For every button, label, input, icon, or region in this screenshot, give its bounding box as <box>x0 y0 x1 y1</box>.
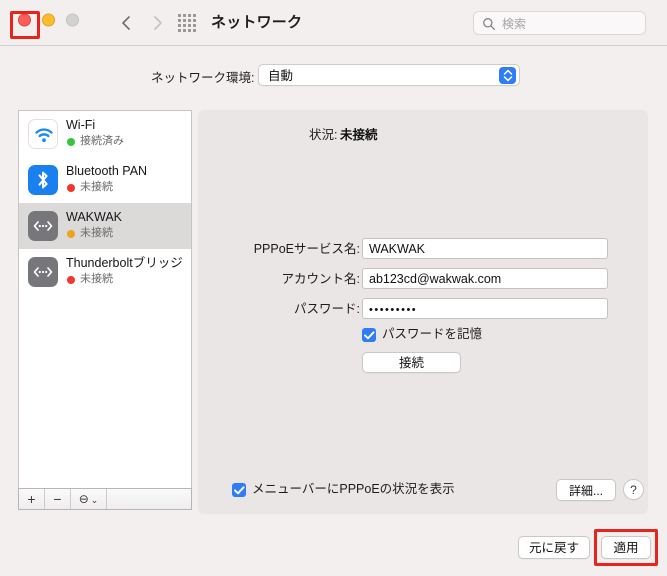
search-placeholder: 検索 <box>502 17 527 31</box>
network-location-row: ネットワーク環境: 自動 <box>0 62 667 94</box>
field-label: パスワード: <box>294 302 360 316</box>
remove-service-button[interactable]: − <box>45 489 71 509</box>
status-indicator <box>67 276 75 284</box>
minimize-button[interactable] <box>42 13 55 27</box>
service-detail-panel: 状況: 未接続 PPPoEサービス名: WAKWAK アカウント名: ab123… <box>198 110 648 514</box>
action-menu-button[interactable]: ⊖ ⌄ <box>71 489 107 509</box>
show-status-menubar-checkbox[interactable] <box>232 483 246 497</box>
remember-password-label: パスワードを記憶 <box>382 327 483 341</box>
list-item-label: WAKWAK <box>66 210 123 224</box>
connect-button-label: 接続 <box>398 356 424 370</box>
apply-button-label: 適用 <box>613 541 639 555</box>
field-value: ab123cd@wakwak.com <box>369 272 502 286</box>
connection-status-label: 状況: <box>309 128 338 142</box>
pppoe-icon <box>28 257 58 287</box>
action-gear-icon: ⊖ ⌄ <box>78 492 99 506</box>
field-value: WAKWAK <box>369 242 426 256</box>
revert-button[interactable]: 元に戻す <box>518 536 590 559</box>
revert-button-label: 元に戻す <box>528 541 579 555</box>
account-name-row: アカウント名: ab123cd@wakwak.com <box>198 268 648 290</box>
maximize-button[interactable] <box>66 13 79 27</box>
network-services-list[interactable]: Wi-Fi 接続済み Bluetooth PAN 未接続 WAKWAK 未接続 … <box>18 110 192 488</box>
help-button[interactable]: ? <box>623 479 644 500</box>
pppoe-service-name-input[interactable]: WAKWAK <box>362 238 608 259</box>
page-title: ネットワーク <box>211 14 303 31</box>
pppoe-icon <box>28 211 58 241</box>
password-input[interactable]: ••••••••• <box>362 298 608 319</box>
network-services-sidebar: Wi-Fi 接続済み Bluetooth PAN 未接続 WAKWAK 未接続 … <box>18 110 192 514</box>
list-item-bluetooth-pan[interactable]: Bluetooth PAN 未接続 <box>19 157 191 203</box>
plus-icon: + <box>27 491 36 507</box>
wifi-icon <box>28 119 58 149</box>
connect-button[interactable]: 接続 <box>362 352 461 373</box>
network-preferences-window: ネットワーク 検索 ネットワーク環境: 自動 Wi-Fi 接続済み Blueto… <box>0 0 667 576</box>
field-label: PPPoEサービス名: <box>253 242 360 256</box>
back-button[interactable] <box>118 12 136 34</box>
network-location-select[interactable]: 自動 <box>258 64 520 86</box>
add-service-button[interactable]: + <box>19 489 45 509</box>
status-indicator <box>67 230 75 238</box>
search-icon <box>482 17 496 31</box>
list-item-thunderbolt-bridge[interactable]: Thunderboltブリッジ 未接続 <box>19 249 191 295</box>
close-button[interactable] <box>18 13 31 27</box>
forward-button[interactable] <box>148 12 166 34</box>
status-indicator <box>67 138 75 146</box>
list-item-label: Wi-Fi <box>66 118 96 132</box>
list-item-label: Thunderboltブリッジ <box>66 256 183 270</box>
chevron-up-down-icon[interactable] <box>499 67 516 84</box>
password-row: パスワード: ••••••••• <box>198 298 648 320</box>
status-indicator <box>67 184 75 192</box>
status-text: 未接続 <box>80 181 113 193</box>
minus-icon: − <box>53 491 62 507</box>
status-text: 接続済み <box>80 135 124 147</box>
services-toolbar: + − ⊖ ⌄ <box>18 488 192 510</box>
connection-status-value: 未接続 <box>340 128 378 142</box>
status-text: 未接続 <box>80 273 113 285</box>
pppoe-service-name-row: PPPoEサービス名: WAKWAK <box>198 238 648 260</box>
network-location-label: ネットワーク環境: <box>151 71 255 85</box>
list-item-label: Bluetooth PAN <box>66 164 148 178</box>
list-item-wifi[interactable]: Wi-Fi 接続済み <box>19 111 191 157</box>
remember-password-checkbox[interactable] <box>362 328 376 342</box>
network-location-value: 自動 <box>268 69 294 83</box>
status-text: 未接続 <box>80 227 113 239</box>
list-item-wakwak[interactable]: WAKWAK 未接続 <box>19 203 191 249</box>
apply-button[interactable]: 適用 <box>601 536 651 559</box>
advanced-button[interactable]: 詳細... <box>556 479 616 501</box>
show-status-menubar-label: メニューバーにPPPoEの状況を表示 <box>252 482 455 496</box>
bluetooth-icon <box>28 165 58 195</box>
show-all-grid-icon[interactable] <box>178 14 197 33</box>
field-label: アカウント名: <box>281 272 360 286</box>
advanced-button-label: 詳細... <box>568 484 603 498</box>
account-name-input[interactable]: ab123cd@wakwak.com <box>362 268 608 289</box>
field-value: ••••••••• <box>369 304 418 316</box>
window-toolbar: ネットワーク 検索 <box>0 0 667 46</box>
help-icon: ? <box>630 483 637 497</box>
search-input[interactable]: 検索 <box>473 11 646 35</box>
